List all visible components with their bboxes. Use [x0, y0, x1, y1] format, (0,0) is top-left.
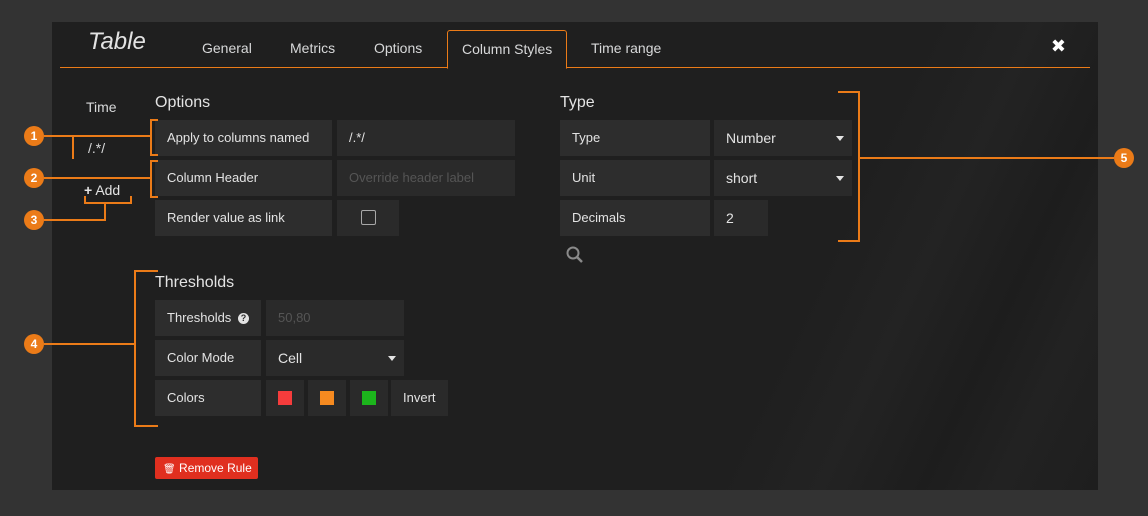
color-picker-1[interactable] [266, 380, 304, 416]
annotation-bracket-2-top [150, 160, 158, 162]
column-header-label: Column Header [155, 160, 332, 196]
render-link-toggle[interactable] [337, 200, 399, 236]
trash-icon: 🗑 [163, 464, 176, 475]
annotation-badge-4: 4 [24, 334, 44, 354]
annotation-badge-3: 3 [24, 210, 44, 230]
chevron-down-icon [836, 136, 844, 141]
annotation-bracket-4-bottom [134, 425, 158, 427]
annotation-line-1 [44, 135, 152, 137]
annotation-bracket-3-right [130, 196, 132, 204]
annotation-bracket-2-bottom [150, 196, 158, 198]
annotation-line-4 [44, 343, 136, 345]
annotation-bracket-3 [84, 202, 132, 204]
annotation-bracket-4-top [134, 270, 158, 272]
add-column-style-button[interactable]: + Add [84, 182, 120, 198]
annotation-bracket-4 [134, 270, 136, 427]
column-style-item[interactable]: /.*/ [88, 140, 105, 156]
type-title: Type [560, 94, 595, 111]
thresholds-input[interactable]: 50,80 [266, 300, 404, 336]
tab-time-range[interactable]: Time range [591, 40, 661, 56]
annotation-line-5 [860, 157, 1114, 159]
decimals-label: Decimals [560, 200, 710, 236]
color-picker-3[interactable] [350, 380, 388, 416]
annotation-badge-1: 1 [24, 126, 44, 146]
column-header-input[interactable]: Override header label [337, 160, 515, 196]
annotation-bracket-2 [150, 160, 152, 198]
color-picker-2[interactable] [308, 380, 346, 416]
apply-to-columns-label: Apply to columns named [155, 120, 332, 156]
chevron-down-icon [388, 356, 396, 361]
panel-editor: Table General Metrics Options Column Sty… [52, 22, 1098, 490]
close-icon[interactable]: ✖ [1051, 36, 1066, 57]
panel-title: Table [88, 28, 146, 55]
color-swatch-red[interactable] [278, 391, 292, 405]
editor-header: Table General Metrics Options Column Sty… [60, 22, 1090, 69]
annotation-line-3 [44, 219, 106, 221]
search-icon[interactable] [566, 246, 584, 264]
help-icon[interactable]: ? [237, 313, 249, 325]
selected-column-indicator [72, 135, 74, 159]
annotation-badge-5: 5 [1114, 148, 1134, 168]
column-list-header: Time [86, 99, 117, 115]
annotation-bracket-3-left [84, 196, 86, 204]
render-link-label: Render value as link [155, 200, 332, 236]
colors-label: Colors [155, 380, 261, 416]
annotation-line-3-vertical [104, 202, 106, 221]
invert-button[interactable]: Invert [391, 380, 448, 416]
color-mode-label: Color Mode [155, 340, 261, 376]
thresholds-label: Thresholds ? [155, 300, 261, 336]
unit-label: Unit [560, 160, 710, 196]
remove-rule-button[interactable]: 🗑 Remove Rule [155, 457, 258, 479]
options-title: Options [155, 94, 211, 111]
unit-select[interactable]: short [714, 160, 852, 196]
tab-options[interactable]: Options [374, 40, 422, 56]
tab-general[interactable]: General [202, 40, 252, 56]
annotation-bracket-1-bottom [150, 154, 158, 156]
annotation-line-2 [44, 177, 152, 179]
decimals-input[interactable]: 2 [714, 200, 768, 236]
color-swatch-green[interactable] [362, 391, 376, 405]
annotation-bracket-5-top [838, 91, 860, 93]
type-label: Type [560, 120, 710, 156]
thresholds-title: Thresholds [155, 274, 235, 291]
annotation-bracket-5-bottom [838, 240, 860, 242]
checkbox-icon[interactable] [361, 210, 376, 225]
tab-column-styles[interactable]: Column Styles [447, 30, 568, 69]
annotation-bracket-1 [150, 119, 152, 156]
apply-to-columns-input[interactable]: /.*/ [337, 120, 515, 156]
annotation-badge-2: 2 [24, 168, 44, 188]
color-mode-select[interactable]: Cell [266, 340, 404, 376]
color-swatch-orange[interactable] [320, 391, 334, 405]
tab-metrics[interactable]: Metrics [290, 40, 335, 56]
annotation-bracket-5 [858, 91, 860, 242]
chevron-down-icon [836, 176, 844, 181]
type-select[interactable]: Number [714, 120, 852, 156]
annotation-bracket-1-top [150, 119, 158, 121]
